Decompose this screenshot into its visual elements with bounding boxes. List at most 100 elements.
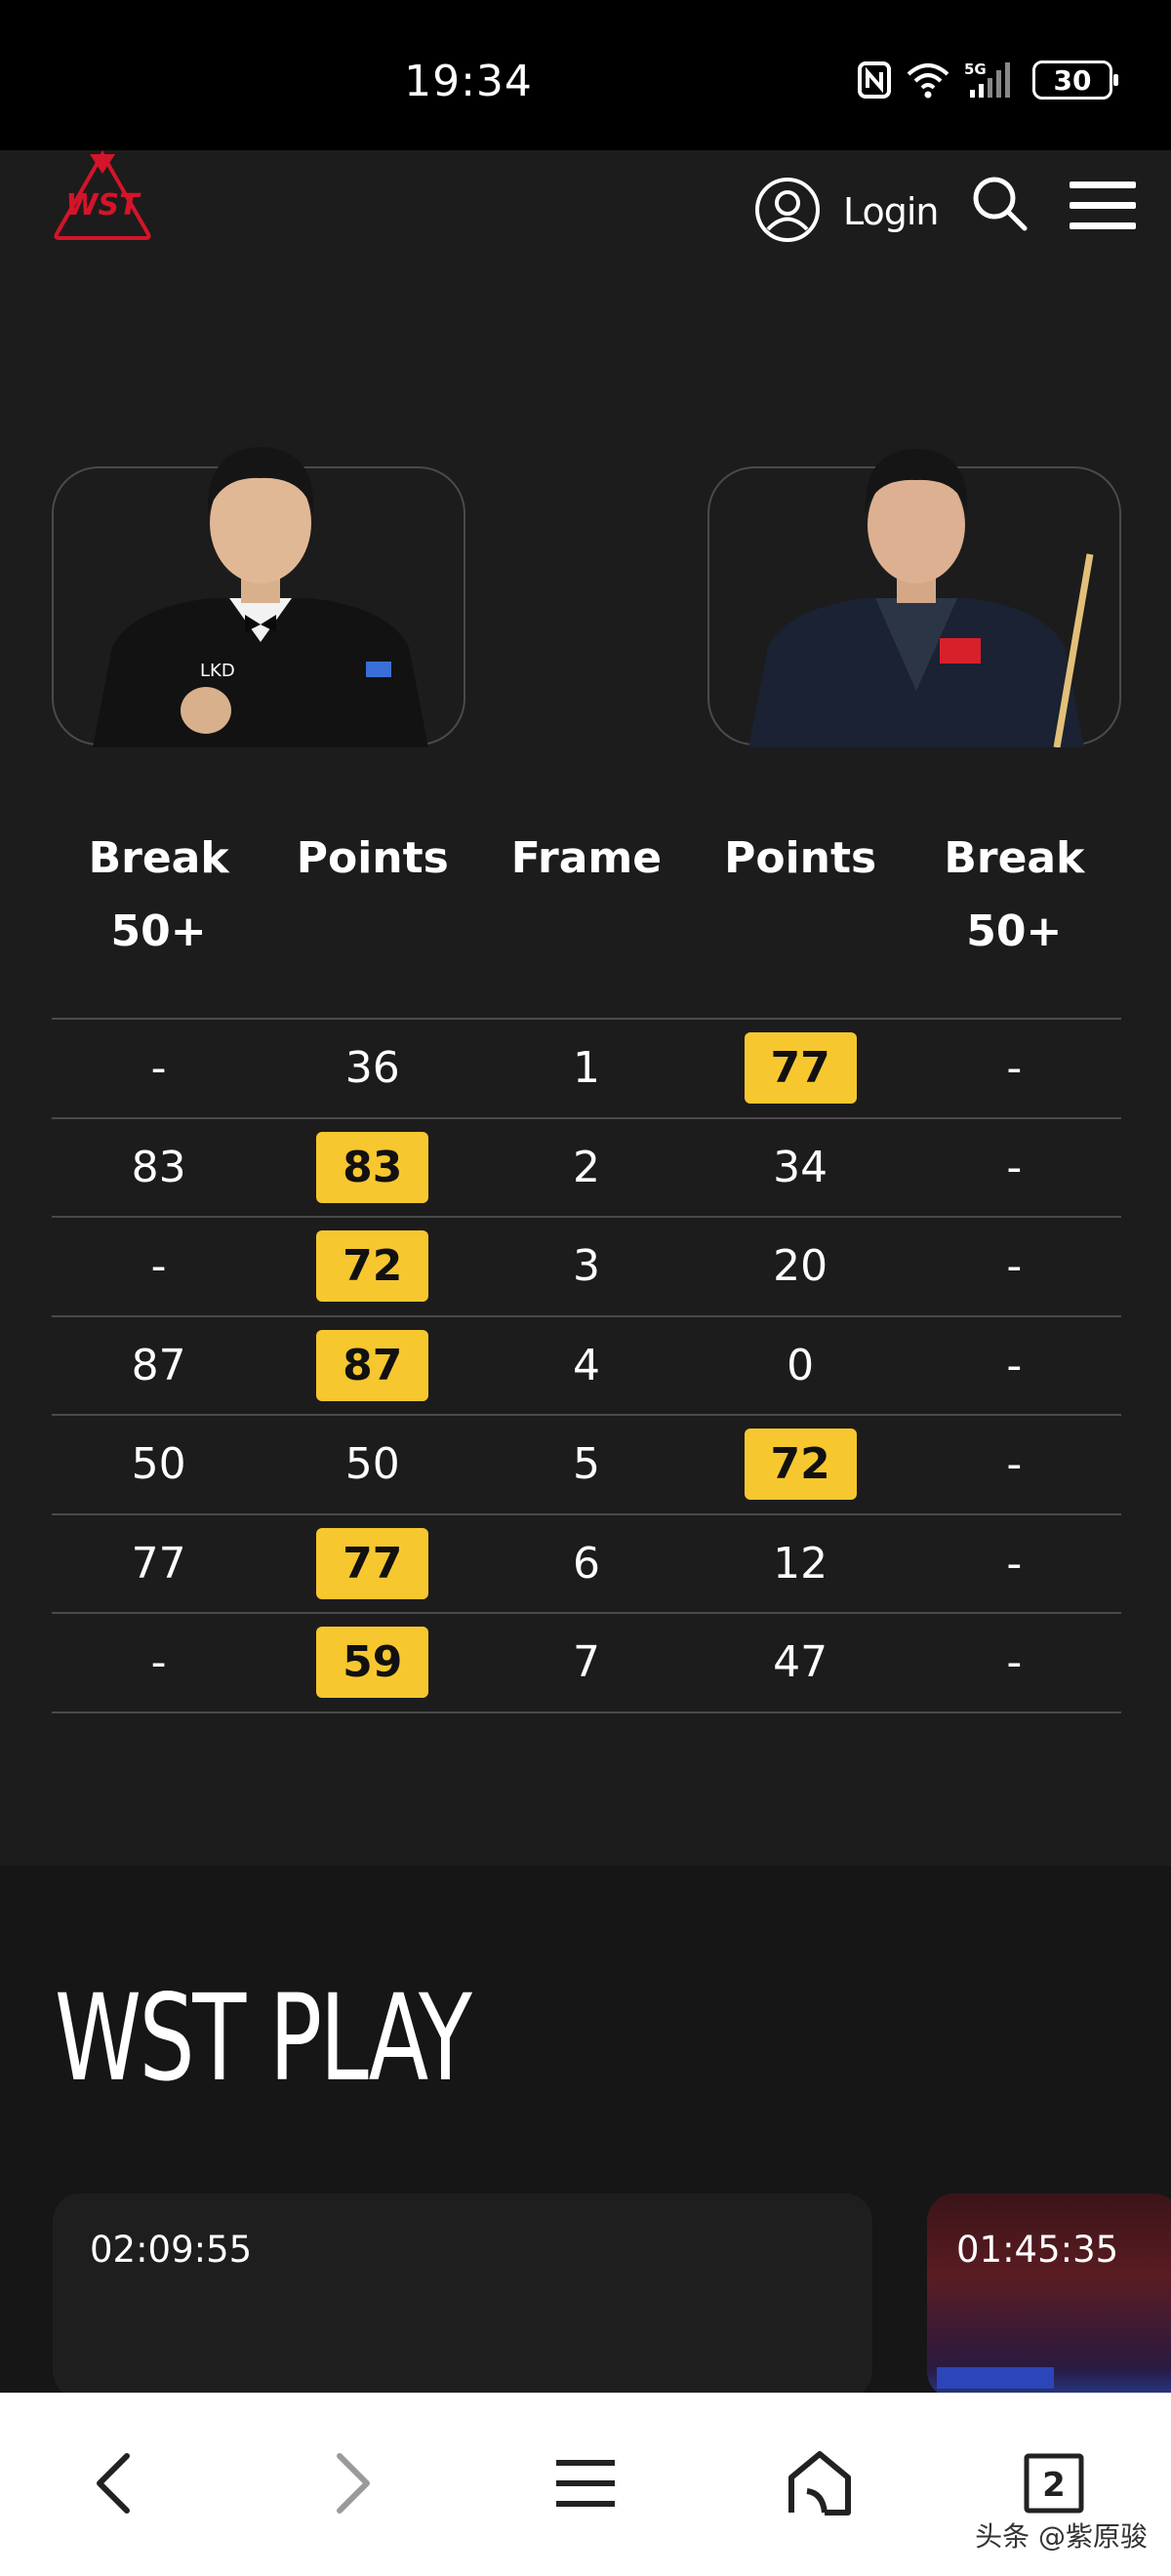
points-left-value-winner: 83 [316, 1131, 429, 1203]
player-card-right[interactable] [707, 449, 1121, 747]
tab-count: 2 [1042, 2466, 1066, 2505]
main-menu-button[interactable] [1070, 180, 1136, 236]
battery-icon: 30 [1032, 60, 1118, 100]
points-left-value-winner: 59 [316, 1627, 429, 1699]
break-left-cell: - [150, 1241, 167, 1292]
status-bar: 19:34 5G 30 [0, 0, 1171, 150]
back-arrow-icon [92, 2452, 135, 2518]
points-right-cell: 12 [694, 1539, 908, 1589]
frame-number-cell: 3 [572, 1241, 600, 1292]
login-button[interactable]: Login [753, 176, 940, 248]
break-right-cell: - [1006, 1241, 1023, 1292]
frame-number-cell: 2 [572, 1142, 600, 1192]
break-left-cell: 83 [131, 1142, 186, 1192]
break-right-cell: - [1006, 1637, 1023, 1688]
browser-menu-button[interactable] [546, 2446, 625, 2524]
points-right-value: 0 [787, 1340, 815, 1390]
video-card[interactable]: 01:45:35 [927, 2194, 1171, 2398]
points-right-cell: 47 [694, 1637, 908, 1687]
column-points-left: Points [296, 833, 449, 883]
points-right-value-winner: 72 [744, 1429, 857, 1501]
search-button[interactable] [970, 174, 1029, 236]
network-label: 5G [964, 60, 987, 78]
column-points-right: Points [724, 833, 877, 883]
frame-number-cell: 5 [572, 1439, 600, 1490]
frame-row: 77 77 6 12 - [52, 1515, 1121, 1614]
video-thumbnail-banner [937, 2367, 1054, 2389]
break-left-cell: 87 [131, 1340, 186, 1390]
break-left-cell: 77 [131, 1538, 186, 1589]
scoreboard-table: - 36 1 77 - 83 83 2 34 - - 72 3 20 - 87 … [52, 1018, 1121, 1713]
points-left-cell: 72 [265, 1230, 479, 1303]
break-left-cell: - [150, 1043, 167, 1094]
scoreboard-header: Break 50+ Points Frame Points Break 50+ [52, 822, 1121, 968]
frame-number-cell: 7 [572, 1637, 600, 1688]
points-left-value-winner: 87 [316, 1329, 429, 1401]
menu-lines-icon [556, 2457, 615, 2514]
break-right-cell: - [1006, 1340, 1023, 1390]
nfc-icon [857, 60, 892, 100]
frame-number-cell: 4 [572, 1340, 600, 1390]
points-left-cell: 36 [265, 1043, 479, 1093]
wst-play-section: WST PLAY 02:09:55 01:45:35 [0, 1866, 1171, 2398]
break-right-cell: - [1006, 1142, 1023, 1192]
frame-number-cell: 6 [572, 1538, 600, 1589]
break-right-cell: - [1006, 1043, 1023, 1094]
points-right-value: 12 [773, 1538, 828, 1589]
frame-number-cell: 1 [572, 1043, 600, 1094]
wst-play-title: WST PLAY [55, 1969, 472, 2108]
points-right-value-winner: 77 [744, 1032, 857, 1105]
video-card[interactable]: 02:09:55 [53, 2194, 872, 2398]
break-left-cell: 50 [131, 1439, 186, 1490]
column-break-left: Break 50+ [88, 833, 229, 956]
status-icons: 5G 30 [857, 60, 1118, 100]
home-icon [786, 2450, 854, 2520]
frame-row: - 59 7 47 - [52, 1614, 1121, 1713]
break-right-cell: - [1006, 1538, 1023, 1589]
player-photo-left: LKD [93, 447, 428, 747]
login-label: Login [843, 190, 940, 233]
points-left-cell: 87 [265, 1329, 479, 1401]
tabs-button[interactable]: 2 [1015, 2446, 1093, 2524]
user-circle-icon [753, 176, 822, 248]
points-left-cell: 77 [265, 1527, 479, 1599]
watermark: 头条 @紫原骏 [975, 2520, 1148, 2553]
points-left-cell: 50 [265, 1439, 479, 1489]
points-right-cell: 34 [694, 1143, 908, 1192]
video-duration: 01:45:35 [956, 2229, 1119, 2271]
points-right-cell: 20 [694, 1241, 908, 1291]
wst-logo[interactable]: WST [51, 149, 154, 242]
player-photo-right [748, 449, 1094, 747]
points-left-value-winner: 72 [316, 1230, 429, 1303]
points-right-cell: 72 [694, 1429, 908, 1501]
break-left-cell: - [150, 1637, 167, 1688]
points-left-value: 36 [344, 1043, 400, 1094]
points-right-cell: 77 [694, 1032, 908, 1105]
points-left-cell: 83 [265, 1131, 479, 1203]
home-button[interactable] [781, 2446, 859, 2524]
points-right-cell: 0 [694, 1341, 908, 1390]
wifi-icon [906, 60, 950, 100]
video-duration: 02:09:55 [90, 2229, 253, 2271]
logo-text: WST [65, 188, 141, 222]
site-header: WST Login [0, 149, 1171, 262]
frame-row: 83 83 2 34 - [52, 1119, 1121, 1218]
forward-button[interactable] [314, 2446, 392, 2524]
search-icon [970, 177, 1029, 236]
points-left-value: 50 [344, 1439, 400, 1490]
points-right-value: 34 [773, 1142, 828, 1192]
frame-row: - 36 1 77 - [52, 1020, 1121, 1119]
forward-arrow-icon [332, 2452, 375, 2518]
player-card-left[interactable]: LKD [52, 447, 465, 747]
back-button[interactable] [74, 2446, 152, 2524]
tabs-icon: 2 [1023, 2452, 1085, 2518]
hamburger-menu-icon [1070, 181, 1136, 236]
points-right-value: 47 [773, 1637, 828, 1688]
svg-text:LKD: LKD [200, 661, 235, 681]
signal-icon: 5G [964, 60, 1019, 100]
points-left-cell: 59 [265, 1627, 479, 1699]
browser-nav-bar: 2 头条 @紫原骏 [0, 2393, 1171, 2576]
points-left-value-winner: 77 [316, 1527, 429, 1599]
points-right-value: 20 [773, 1241, 828, 1292]
battery-level: 30 [1053, 63, 1092, 97]
